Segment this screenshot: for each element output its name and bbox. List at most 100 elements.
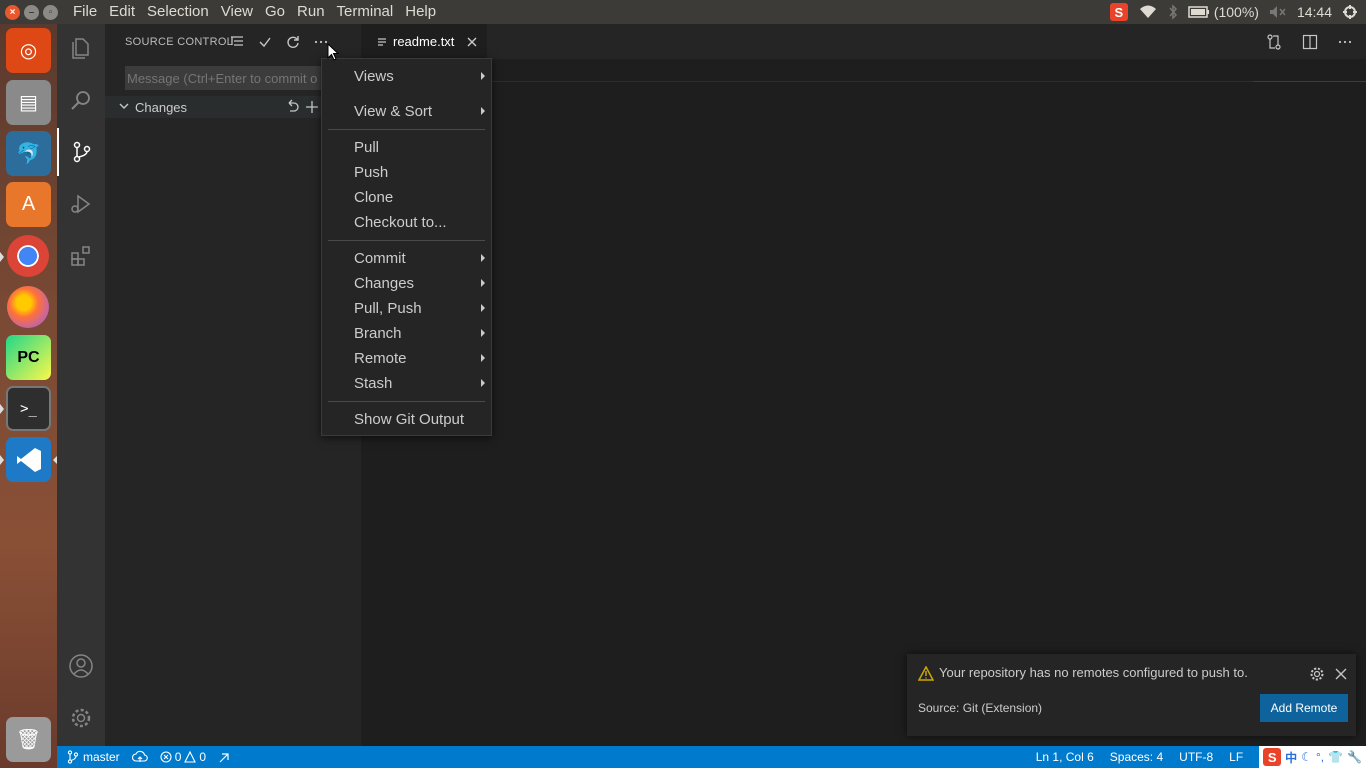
- git-branch-icon: [67, 750, 79, 764]
- indentation[interactable]: Spaces: 4: [1110, 750, 1163, 764]
- menu-item-changes[interactable]: Changes: [322, 271, 491, 296]
- vscode-icon[interactable]: [6, 437, 51, 482]
- explorer-icon[interactable]: [57, 24, 105, 72]
- menu-item-label: Views: [354, 68, 394, 85]
- stage-all-icon[interactable]: [305, 99, 319, 115]
- accounts-icon[interactable]: [57, 642, 105, 690]
- editor-actions: [1266, 24, 1352, 59]
- half-width-moon-icon[interactable]: ☾: [1301, 750, 1312, 764]
- chrome-icon[interactable]: [7, 235, 49, 277]
- menu-item-pull[interactable]: Pull: [322, 135, 491, 160]
- ime-mode-label[interactable]: 中: [1285, 749, 1297, 766]
- error-icon: [160, 751, 172, 763]
- menu-help[interactable]: Help: [399, 0, 442, 24]
- minimize-window-button[interactable]: –: [24, 4, 39, 20]
- menu-separator: [328, 401, 485, 402]
- more-actions-menu: Views View & Sort Pull Push Clone Checko…: [321, 58, 492, 436]
- menu-item-show-git-output[interactable]: Show Git Output: [322, 407, 491, 432]
- menu-item-views[interactable]: Views: [322, 64, 491, 89]
- add-remote-button[interactable]: Add Remote: [1260, 694, 1348, 722]
- live-share-icon[interactable]: [218, 750, 232, 764]
- menu-run[interactable]: Run: [291, 0, 331, 24]
- ubuntu-dash-icon[interactable]: ◎: [6, 28, 51, 73]
- software-store-icon[interactable]: A: [6, 182, 51, 227]
- search-icon[interactable]: [57, 76, 105, 124]
- wifi-icon[interactable]: [1138, 4, 1158, 20]
- mysql-workbench-icon[interactable]: 🐬: [6, 131, 51, 176]
- publish-branch-icon[interactable]: [131, 750, 148, 764]
- firefox-icon[interactable]: [7, 286, 49, 328]
- volume-muted-icon[interactable]: [1269, 5, 1287, 19]
- battery-icon: [1188, 6, 1209, 18]
- menu-view[interactable]: View: [215, 0, 259, 24]
- view-as-tree-icon[interactable]: [230, 35, 244, 49]
- panel-actions: [230, 24, 328, 59]
- menu-item-label: Pull: [354, 139, 380, 156]
- wrench-icon[interactable]: 🔧: [1347, 750, 1362, 764]
- maximize-window-button[interactable]: ▫: [43, 4, 58, 20]
- menu-item-clone[interactable]: Clone: [322, 185, 491, 210]
- menu-edit[interactable]: Edit: [103, 0, 141, 24]
- editor-more-icon[interactable]: [1338, 35, 1352, 49]
- menu-go[interactable]: Go: [259, 0, 291, 24]
- menu-selection[interactable]: Selection: [141, 0, 215, 24]
- manage-gear-icon[interactable]: [57, 694, 105, 742]
- cursor-position[interactable]: Ln 1, Col 6: [1036, 750, 1094, 764]
- menu-item-view-sort[interactable]: View & Sort: [322, 99, 491, 124]
- discard-all-icon[interactable]: [285, 99, 299, 115]
- clock[interactable]: 14:44: [1297, 4, 1332, 20]
- menu-item-label: Stash: [354, 375, 393, 392]
- run-debug-icon[interactable]: [57, 180, 105, 228]
- battery-status[interactable]: (100%): [1188, 4, 1259, 20]
- skin-shirt-icon[interactable]: 👕: [1328, 750, 1343, 764]
- trash-icon[interactable]: 🗑: [6, 717, 51, 762]
- sogou-icon[interactable]: S: [1263, 748, 1282, 766]
- menu-item-push[interactable]: Push: [322, 160, 491, 185]
- menu-item-label: Show Git Output: [354, 411, 465, 428]
- menu-item-stash[interactable]: Stash: [322, 371, 491, 396]
- close-window-button[interactable]: ×: [5, 4, 20, 20]
- sogou-icon[interactable]: S: [1109, 3, 1128, 21]
- problems-indicator[interactable]: 0 0: [160, 750, 206, 764]
- minimap[interactable]: [1254, 81, 1366, 82]
- menu-item-remote[interactable]: Remote: [322, 346, 491, 371]
- window-controls: × – ▫: [5, 4, 67, 20]
- menu-bar: File Edit Selection View Go Run Terminal…: [67, 0, 442, 24]
- menu-terminal[interactable]: Terminal: [331, 0, 400, 24]
- menu-item-label: Commit: [354, 250, 406, 267]
- close-icon[interactable]: [1335, 668, 1347, 680]
- power-icon[interactable]: [1342, 4, 1358, 20]
- extensions-icon[interactable]: [57, 232, 105, 280]
- menu-item-label: View & Sort: [354, 103, 433, 120]
- refresh-icon[interactable]: [286, 35, 300, 49]
- pycharm-icon[interactable]: PC: [6, 335, 51, 380]
- menu-item-checkout[interactable]: Checkout to...: [322, 210, 491, 235]
- submenu-arrow-icon: [481, 329, 485, 337]
- bluetooth-icon[interactable]: [1168, 4, 1178, 20]
- submenu-arrow-icon: [481, 304, 485, 312]
- menu-item-pull-push[interactable]: Pull, Push: [322, 296, 491, 321]
- menu-item-branch[interactable]: Branch: [322, 321, 491, 346]
- commit-message-input[interactable]: [125, 66, 341, 90]
- close-tab-icon[interactable]: [466, 36, 478, 48]
- editor-area[interactable]: [361, 59, 1366, 746]
- branch-indicator[interactable]: master: [67, 750, 120, 764]
- vscode-logo-icon: [16, 447, 41, 472]
- tab-readme[interactable]: readme.txt: [361, 24, 487, 59]
- source-control-icon[interactable]: [57, 128, 105, 176]
- commit-check-icon[interactable]: [258, 35, 272, 49]
- encoding[interactable]: UTF-8: [1179, 750, 1213, 764]
- input-method-toolbar[interactable]: S 中 ☾ °, 👕 🔧: [1259, 746, 1366, 768]
- menu-file[interactable]: File: [67, 0, 103, 24]
- punctuation-icon[interactable]: °,: [1316, 750, 1324, 764]
- files-icon[interactable]: ▤: [6, 80, 51, 125]
- error-count: 0: [174, 750, 182, 764]
- branch-name: master: [83, 750, 120, 764]
- split-editor-icon[interactable]: [1302, 34, 1318, 50]
- menu-item-commit[interactable]: Commit: [322, 246, 491, 271]
- more-actions-icon[interactable]: [314, 35, 328, 49]
- open-changes-icon[interactable]: [1266, 33, 1282, 50]
- terminal-icon[interactable]: >_: [6, 386, 51, 431]
- gear-icon[interactable]: [1309, 666, 1325, 682]
- end-of-line[interactable]: LF: [1229, 750, 1243, 764]
